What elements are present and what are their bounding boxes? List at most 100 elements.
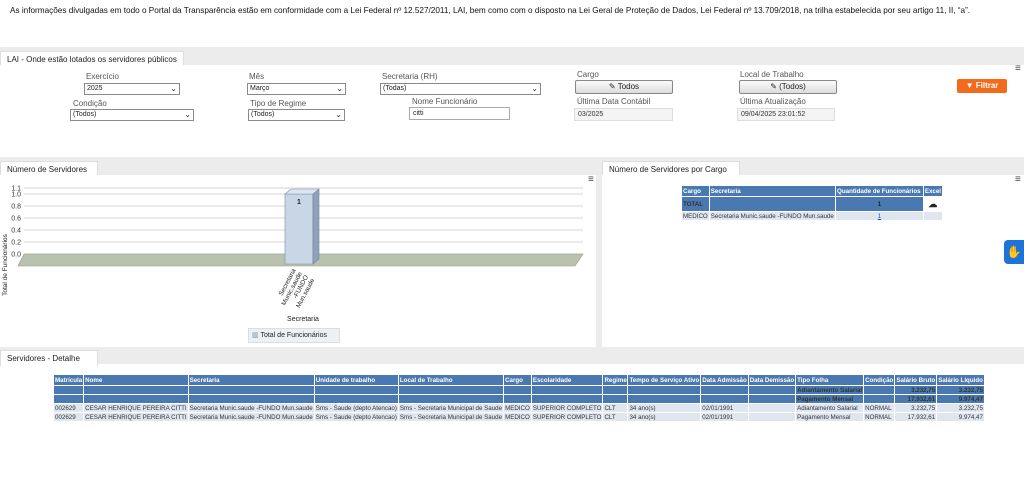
table-row: 002629 CESAR HENRIQUE PEREIRA CITTI Secret…	[52, 403, 985, 413]
col-excel[interactable]: Excel	[922, 185, 944, 197]
condicao-label: Condição	[73, 99, 107, 108]
table-cell: 02/01/1991	[700, 412, 749, 422]
chevron-down-icon: ⌄	[184, 110, 191, 119]
chevron-down-icon: ⌄	[335, 110, 342, 119]
table-cell: Sms - Saude (depto Atencao)	[313, 412, 399, 422]
y-tick-label: 0.2	[11, 240, 21, 247]
table-cell: SUPERIOR COMPLETO	[530, 403, 604, 413]
mes-select[interactable]: Março ⌄	[247, 83, 346, 95]
accessibility-icon[interactable]: ✋	[1004, 240, 1024, 264]
tab-servidores-detalhe[interactable]: Servidores - Detalhe	[0, 350, 98, 366]
table-cell: Sms - Secretaria Municipal de Saude	[397, 412, 505, 422]
table-cell: Pagamento Mensal	[795, 412, 865, 422]
cargo-total-row: TOTAL 1 ☁	[681, 196, 944, 212]
x-axis-title: Secretaria	[287, 316, 319, 323]
total-cell: Adiantamento Salarial	[795, 385, 865, 395]
chart-legend[interactable]: ▥ Total de Funcionários	[248, 328, 340, 343]
col-tipo-folha[interactable]: Tipo Folha	[795, 374, 865, 386]
total-cell	[503, 394, 532, 404]
table-cell: Sms - Secretaria Municipal de Saude	[397, 403, 505, 413]
col-local[interactable]: Local de Trabalho	[397, 374, 505, 386]
legend-label: Total de Funcionários	[260, 332, 327, 339]
col-cargo[interactable]: Cargo	[681, 185, 710, 197]
row-secretaria: Secretaria Munic.saude -FUNDO Mun.saude	[708, 211, 837, 221]
col-regime[interactable]: Regime	[602, 374, 629, 386]
col-bruto[interactable]: Salário Bruto	[894, 374, 938, 386]
total-cell: 9.974,47	[936, 394, 985, 404]
pin-icon: ✎	[608, 82, 618, 91]
col-secretaria[interactable]: Secretaria	[187, 374, 315, 386]
exercicio-select[interactable]: 2025 ⌄	[84, 83, 180, 95]
total-cell: 3.232,75	[936, 385, 985, 395]
table-cell: MEDICO	[503, 403, 532, 413]
total-cell	[530, 385, 604, 395]
table-cell: SUPERIOR COMPLETO	[530, 412, 604, 422]
total-cell	[83, 394, 189, 404]
table-cell: CLT	[602, 403, 629, 413]
total-cell	[747, 394, 797, 404]
excel-download-icon[interactable]: ☁	[922, 196, 944, 212]
table-cell: NORMAL	[863, 403, 896, 413]
mes-label: Mês	[249, 72, 265, 81]
total-cell	[863, 394, 896, 404]
legend-chart-icon: ▥	[252, 332, 259, 339]
col-demissao[interactable]: Data Demissão	[747, 374, 797, 386]
col-escolaridade[interactable]: Escolaridade	[530, 374, 604, 386]
secretaria-select[interactable]: (Todas) ⌄	[380, 83, 541, 95]
y-tick-label: 0.0	[11, 252, 21, 259]
col-secretaria[interactable]: Secretaria	[708, 185, 837, 197]
col-tempo[interactable]: Tempo de Serviço Ativo	[627, 374, 702, 386]
cargo-header-row: Cargo Secretaria Quantidade de Funcionár…	[681, 185, 944, 197]
table-cell: 002629	[52, 403, 85, 413]
detail-header-row: Matrícula Nome Secretaria Unidade de tra…	[52, 374, 985, 386]
detail-table: Matrícula Nome Secretaria Unidade de tra…	[52, 374, 985, 422]
filtrar-label: Filtrar	[975, 81, 999, 90]
funcionario-input[interactable]: citti	[409, 107, 510, 120]
total-cell	[187, 385, 315, 395]
funcionario-label: Nome Funcionário	[412, 97, 478, 106]
col-liquido[interactable]: Salário Líquido	[936, 374, 985, 386]
cargo-button[interactable]: ✎ Todos	[575, 80, 673, 94]
table-cell: Secretaria Munic.saude -FUNDO Mun.saude	[187, 403, 315, 413]
mes-value: Março	[250, 85, 270, 92]
regime-label: Tipo de Regime	[250, 99, 307, 108]
col-condicao[interactable]: Condição	[863, 374, 896, 386]
table-cell: MEDICO	[503, 412, 532, 422]
col-quantidade[interactable]: Quantidade de Funcionários	[835, 185, 924, 197]
filtrar-button[interactable]: ▼ Filtrar	[957, 79, 1007, 93]
total-cell	[397, 394, 505, 404]
cargo-menu-icon[interactable]: ≡	[1015, 174, 1021, 185]
row-quantidade-link[interactable]: 1	[835, 211, 924, 221]
regime-select[interactable]: (Todos) ⌄	[248, 109, 345, 121]
ultima-atualizacao-label: Última Atualização	[740, 97, 806, 106]
secretaria-value: (Todas)	[383, 85, 407, 92]
table-cell: Adiantamento Salarial	[795, 403, 865, 413]
total-cell	[530, 394, 604, 404]
col-admissao[interactable]: Data Admissão	[700, 374, 749, 386]
table-cell: Sms - Saude (depto Atencao)	[313, 403, 399, 413]
chevron-down-icon: ⌄	[531, 84, 538, 93]
chevron-down-icon: ⌄	[170, 84, 177, 93]
servidores-chart: 1.11.00.80.60.40.20.01SecretariaMunic.sa…	[2, 186, 584, 323]
condicao-select[interactable]: (Todos) ⌄	[70, 109, 194, 121]
bar-data-label: 1	[297, 199, 301, 206]
total-cell	[627, 385, 702, 395]
condicao-value: (Todos)	[73, 111, 97, 118]
total-cell	[863, 385, 896, 395]
table-cell: 34 ano(s)	[627, 403, 702, 413]
table-cell: 3.232,75	[936, 403, 985, 413]
total-cell	[627, 394, 702, 404]
filter-menu-icon[interactable]: ≡	[1015, 63, 1021, 74]
table-cell: CESAR HENRIQUE PEREIRA CITTI	[83, 403, 189, 413]
local-label: Local de Trabalho	[740, 70, 804, 79]
col-unidade[interactable]: Unidade de trabalho	[313, 374, 399, 386]
col-nome[interactable]: Nome	[83, 374, 189, 386]
col-matricula[interactable]: Matrícula	[52, 374, 85, 386]
local-button[interactable]: ✎ (Todos)	[739, 80, 837, 94]
total-cell	[747, 385, 797, 395]
exercicio-label: Exercício	[86, 72, 119, 81]
total-cell	[397, 385, 505, 395]
col-cargo[interactable]: Cargo	[503, 374, 532, 386]
table-cell	[747, 403, 797, 413]
total-cell	[52, 394, 85, 404]
